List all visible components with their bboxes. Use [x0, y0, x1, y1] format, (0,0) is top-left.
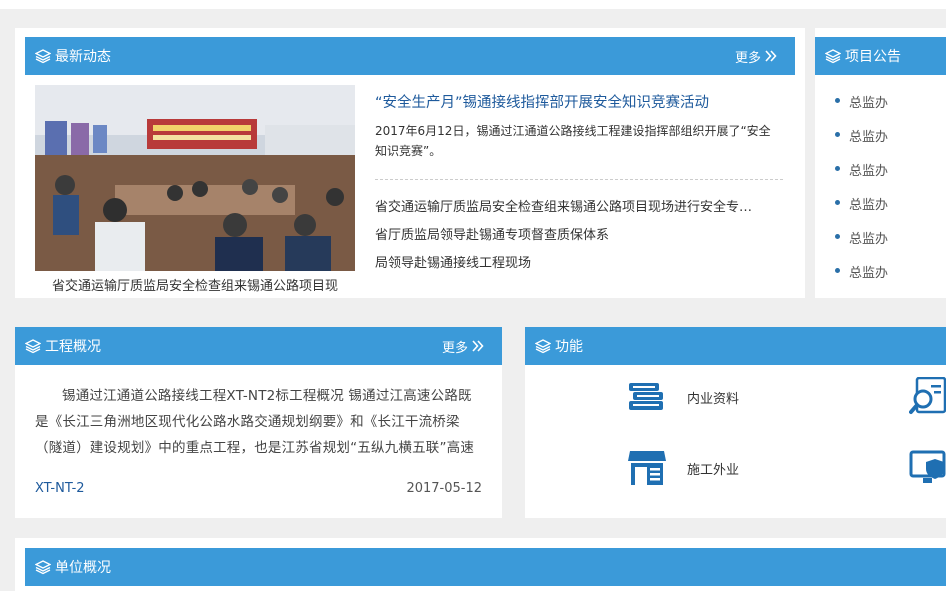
- news-item[interactable]: 省交通运输厅质监局安全检查组来锡通公路项目现场进行安全专…: [375, 196, 785, 215]
- function-search[interactable]: [909, 377, 946, 417]
- functions-header: 功能: [525, 327, 946, 365]
- news-item[interactable]: 局领导赴锡通接线工程现场: [375, 252, 785, 271]
- layers-icon: [24, 338, 42, 354]
- news-header: 最新动态 更多: [25, 37, 795, 75]
- top-strip: [0, 0, 946, 9]
- double-chevron-icon: [765, 50, 777, 62]
- layers-icon: [824, 48, 842, 64]
- function-field-work[interactable]: 施工外业: [627, 449, 739, 487]
- news-more-label: 更多: [734, 50, 761, 66]
- news-photo[interactable]: [35, 85, 355, 271]
- units-header: 单位概况: [25, 548, 946, 586]
- news-panel: 最新动态 更多 省交通运输厅质监局安全检查组来锡通公路项目现 “安全生产月”锡通…: [15, 28, 805, 298]
- layers-icon: [534, 338, 552, 354]
- news-title: 最新动态: [55, 49, 111, 65]
- units-panel: 单位概况: [15, 538, 946, 591]
- function-security[interactable]: [909, 449, 946, 485]
- announcement-item[interactable]: 总监办: [834, 126, 888, 145]
- functions-panel: 功能 内业资料 施工外业: [525, 327, 946, 518]
- news-headline[interactable]: “安全生产月”锡通接线指挥部开展安全知识竞赛活动: [375, 91, 795, 112]
- overview-panel: 工程概况 更多 锡通过江通道公路接线工程XT-NT2标工程概况 锡通过江高速公路…: [15, 327, 502, 518]
- news-item[interactable]: 省厅质监局领导赴锡通专项督查质保体系: [375, 224, 785, 243]
- overview-text: 锡通过江通道公路接线工程XT-NT2标工程概况 锡通过江高速公路既是《长江三角洲…: [35, 388, 475, 456]
- announcement-item[interactable]: 总监办: [834, 262, 888, 281]
- announcements-header: 项目公告: [815, 37, 946, 75]
- news-more-link[interactable]: 更多: [735, 37, 777, 75]
- function-label: 施工外业: [687, 462, 740, 478]
- document-search-icon: [909, 377, 946, 414]
- books-icon: [629, 383, 663, 410]
- function-internal-docs[interactable]: 内业资料: [627, 379, 739, 415]
- news-divider: [375, 179, 783, 180]
- overview-code[interactable]: XT-NT-2: [35, 481, 85, 496]
- units-title: 单位概况: [55, 560, 111, 576]
- overview-more-link[interactable]: 更多: [442, 327, 484, 365]
- overview-title: 工程概况: [45, 339, 101, 355]
- photo-caption[interactable]: 省交通运输厅质监局安全检查组来锡通公路项目现: [35, 275, 355, 294]
- announcements-title: 项目公告: [845, 49, 901, 65]
- layers-icon: [34, 48, 52, 64]
- layers-icon: [34, 559, 52, 575]
- overview-date: 2017-05-12: [406, 481, 482, 496]
- double-chevron-icon: [472, 340, 484, 352]
- announcement-item[interactable]: 总监办: [834, 194, 888, 213]
- overview-more-label: 更多: [441, 340, 468, 356]
- announcement-item[interactable]: 总监办: [834, 92, 888, 111]
- overview-header: 工程概况 更多: [15, 327, 502, 365]
- storefront-icon: [628, 451, 666, 485]
- news-summary: 2017年6月12日，锡通过江通道公路接线工程建设指挥部组织开展了“安全知识竞赛…: [375, 124, 771, 158]
- function-label: 内业资料: [687, 391, 740, 407]
- monitor-shield-icon: [909, 450, 946, 483]
- announcement-item[interactable]: 总监办: [834, 160, 888, 179]
- announcements-panel: 项目公告 总监办 总监办 总监办 总监办 总监办 总监办: [815, 28, 946, 298]
- announcement-item[interactable]: 总监办: [834, 228, 888, 247]
- functions-title: 功能: [555, 339, 583, 355]
